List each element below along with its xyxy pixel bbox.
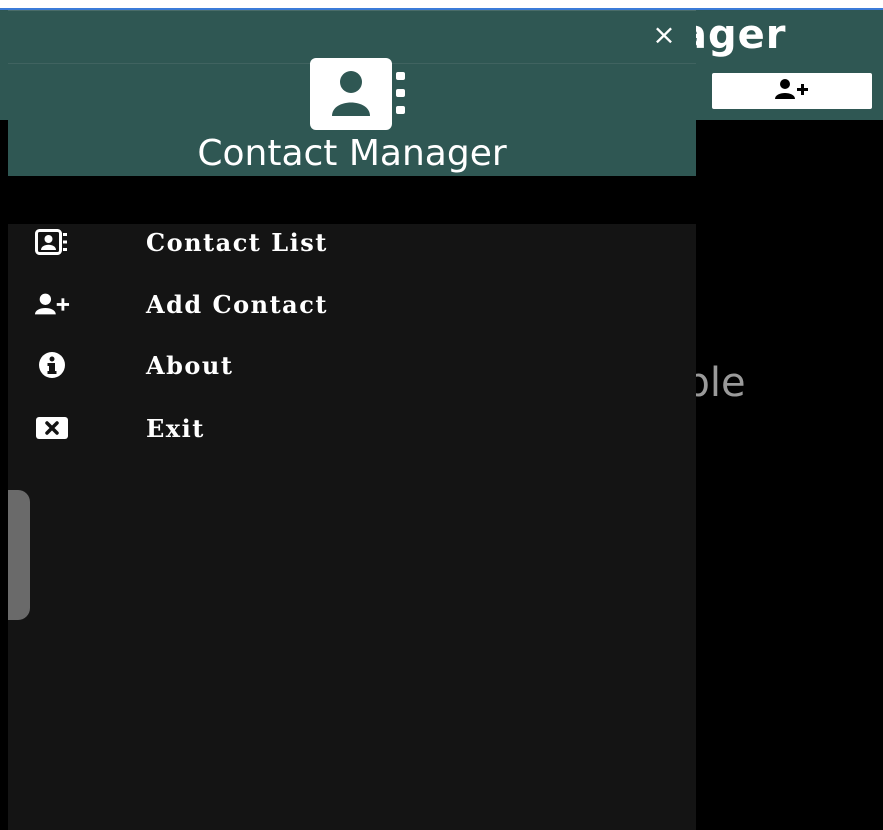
drawer-title: Contact Manager	[197, 133, 507, 174]
close-box-icon	[34, 413, 70, 443]
navigation-drawer: × Contact Manager Contact List Add Conta…	[8, 10, 696, 830]
menu-item-add-contact[interactable]: Add Contact	[8, 279, 696, 329]
drawer-header: × Contact Manager	[8, 10, 696, 177]
address-card-icon	[34, 227, 70, 257]
user-plus-icon	[34, 289, 70, 319]
menu-item-label: About	[146, 350, 234, 380]
top-strip	[0, 0, 883, 10]
drawer-drag-handle[interactable]	[8, 490, 30, 620]
address-book-icon	[310, 58, 405, 130]
user-plus-icon	[774, 78, 810, 104]
menu-item-label: Add Contact	[146, 289, 328, 319]
menu-item-label: Exit	[146, 413, 205, 443]
menu-item-exit[interactable]: Exit	[8, 403, 696, 453]
info-circle-icon	[34, 350, 70, 380]
app-logo	[288, 58, 414, 130]
add-contact-button[interactable]	[712, 73, 872, 109]
menu-item-about[interactable]: About	[8, 340, 696, 390]
close-drawer-button[interactable]: ×	[648, 17, 680, 53]
menu-item-label: Contact List	[146, 227, 328, 257]
menu-item-contact-list[interactable]: Contact List	[8, 217, 696, 267]
